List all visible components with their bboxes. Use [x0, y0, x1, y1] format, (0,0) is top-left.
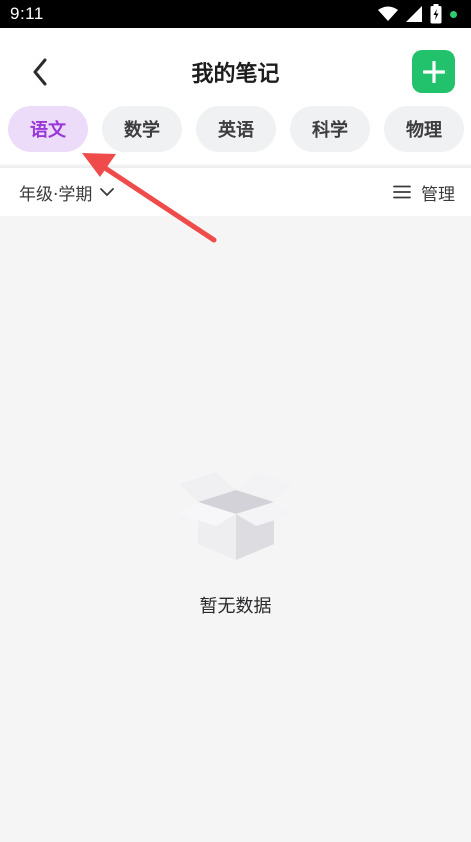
tab-physics[interactable]: 物理: [384, 106, 464, 152]
empty-message: 暂无数据: [199, 596, 272, 617]
grade-semester-label: 年级·学期: [19, 184, 93, 205]
plus-icon: [422, 60, 445, 83]
status-icons: [378, 4, 457, 24]
subject-tabs: 语文 数学 英语 科学 物理: [0, 104, 471, 164]
grade-semester-select[interactable]: 年级·学期: [19, 180, 115, 205]
signal-icon: [406, 6, 422, 22]
add-note-button[interactable]: [412, 50, 455, 93]
tab-math[interactable]: 数学: [102, 106, 182, 152]
tab-science[interactable]: 科学: [290, 106, 370, 152]
chevron-down-icon: [100, 188, 115, 197]
tab-chinese[interactable]: 语文: [8, 106, 88, 152]
notes-content: 暂无数据: [0, 216, 471, 842]
manage-button[interactable]: 管理: [393, 180, 455, 205]
page-title: 我的笔记: [191, 62, 280, 87]
tab-english[interactable]: 英语: [196, 106, 276, 152]
filter-bar: 年级·学期 管理: [0, 168, 471, 216]
manage-label: 管理: [421, 184, 455, 205]
status-time: 9:11: [10, 4, 44, 23]
battery-icon: [430, 4, 442, 24]
menu-icon: [393, 185, 411, 199]
app-header: 我的笔记: [0, 28, 471, 116]
notification-dot: [450, 10, 457, 18]
empty-box-icon: [178, 472, 294, 560]
wifi-icon: [378, 6, 398, 21]
status-bar: 9:11: [0, 0, 471, 28]
